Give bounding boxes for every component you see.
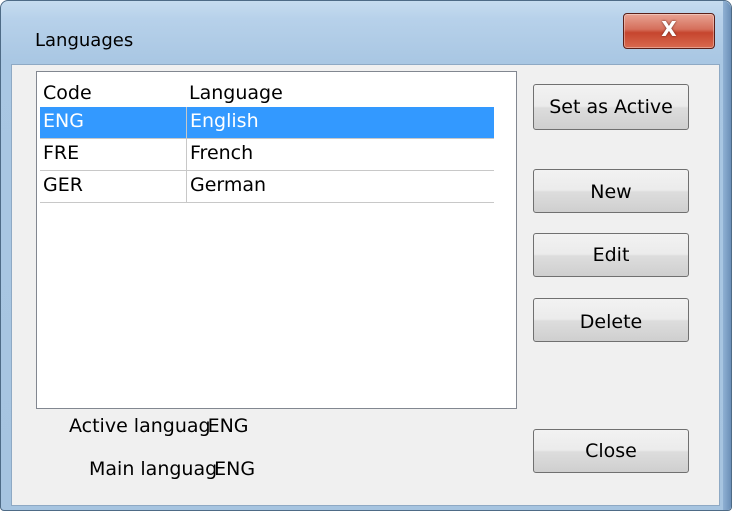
- close-label: Close: [585, 440, 637, 462]
- table-row[interactable]: GER German: [40, 171, 494, 203]
- window-title: Languages: [35, 30, 134, 51]
- active-language-status: Active languagENG: [69, 415, 249, 437]
- row-language: English: [186, 107, 494, 138]
- table-row[interactable]: FRE French: [40, 139, 494, 171]
- new-button[interactable]: New: [533, 169, 689, 213]
- set-as-active-button[interactable]: Set as Active: [533, 84, 689, 130]
- new-label: New: [590, 181, 632, 203]
- title-bar[interactable]: Languages: [1, 1, 731, 71]
- row-code: ENG: [43, 110, 84, 132]
- languages-list[interactable]: Code Language ENG English FRE French GER…: [36, 71, 517, 409]
- active-language-value: ENG: [207, 415, 249, 437]
- edit-button[interactable]: Edit: [533, 233, 689, 277]
- row-code: FRE: [43, 142, 80, 164]
- row-language: French: [186, 139, 494, 170]
- table-row[interactable]: ENG English: [40, 107, 494, 139]
- close-window-button[interactable]: X: [623, 13, 715, 49]
- main-language-value: ENG: [214, 458, 256, 480]
- main-language-status: Main languagENG: [89, 458, 255, 480]
- delete-label: Delete: [579, 311, 643, 333]
- dialog-client-area: Code Language ENG English FRE French GER…: [11, 64, 720, 506]
- row-code: GER: [43, 174, 83, 196]
- close-icon: X: [661, 17, 677, 41]
- row-language: German: [186, 171, 494, 202]
- active-language-label: Active languag: [69, 415, 211, 437]
- set-as-active-label: Set as Active: [549, 96, 673, 118]
- column-header-language[interactable]: Language: [186, 79, 494, 107]
- list-header: Code Language: [40, 79, 494, 107]
- edit-label: Edit: [592, 244, 630, 266]
- delete-button[interactable]: Delete: [533, 298, 689, 342]
- main-language-label: Main languag: [89, 458, 218, 480]
- languages-dialog: Languages X Code Language ENG English FR…: [0, 0, 732, 511]
- column-header-code[interactable]: Code: [40, 79, 186, 107]
- close-button[interactable]: Close: [533, 429, 689, 473]
